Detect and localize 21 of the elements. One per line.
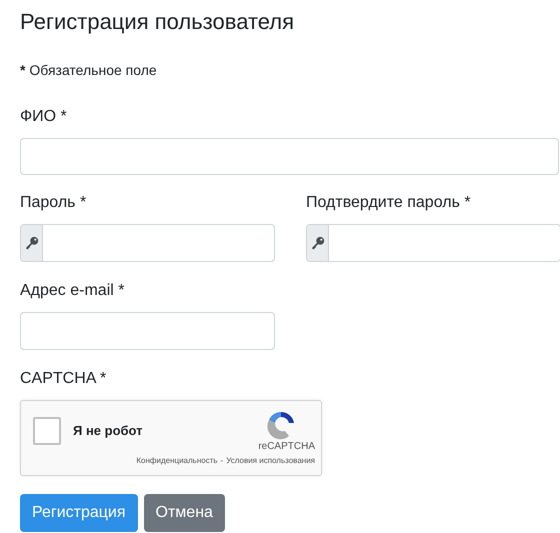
terms-link[interactable]: Условия использования	[226, 455, 315, 467]
link-separator: -	[220, 455, 224, 467]
field-label: Пароль *	[20, 193, 88, 213]
recaptcha-logo-icon	[265, 409, 297, 441]
field-label: Подтвердите пароль *	[306, 193, 472, 213]
captcha-label: Я не робот	[73, 422, 144, 440]
field-label: Адрес e-mail *	[20, 281, 126, 301]
field-label: CAPTCHA *	[20, 369, 108, 389]
recaptcha-brand: reCAPTCHA	[258, 441, 315, 453]
captcha-checkbox[interactable]	[33, 417, 61, 445]
full-name-field[interactable]	[20, 138, 559, 175]
field-label: ФИО *	[20, 107, 68, 127]
cancel-button[interactable]: Отмена	[144, 494, 225, 532]
email-field[interactable]	[20, 312, 275, 350]
password-field[interactable]	[306, 224, 560, 262]
key-icon	[24, 236, 38, 250]
page-title: Регистрация пользователя	[20, 8, 296, 36]
password-field[interactable]	[20, 224, 275, 262]
privacy-link[interactable]: Конфиденциальность	[136, 455, 218, 467]
required-note: * Обязательное поле	[20, 61, 158, 80]
key-icon	[310, 236, 324, 250]
